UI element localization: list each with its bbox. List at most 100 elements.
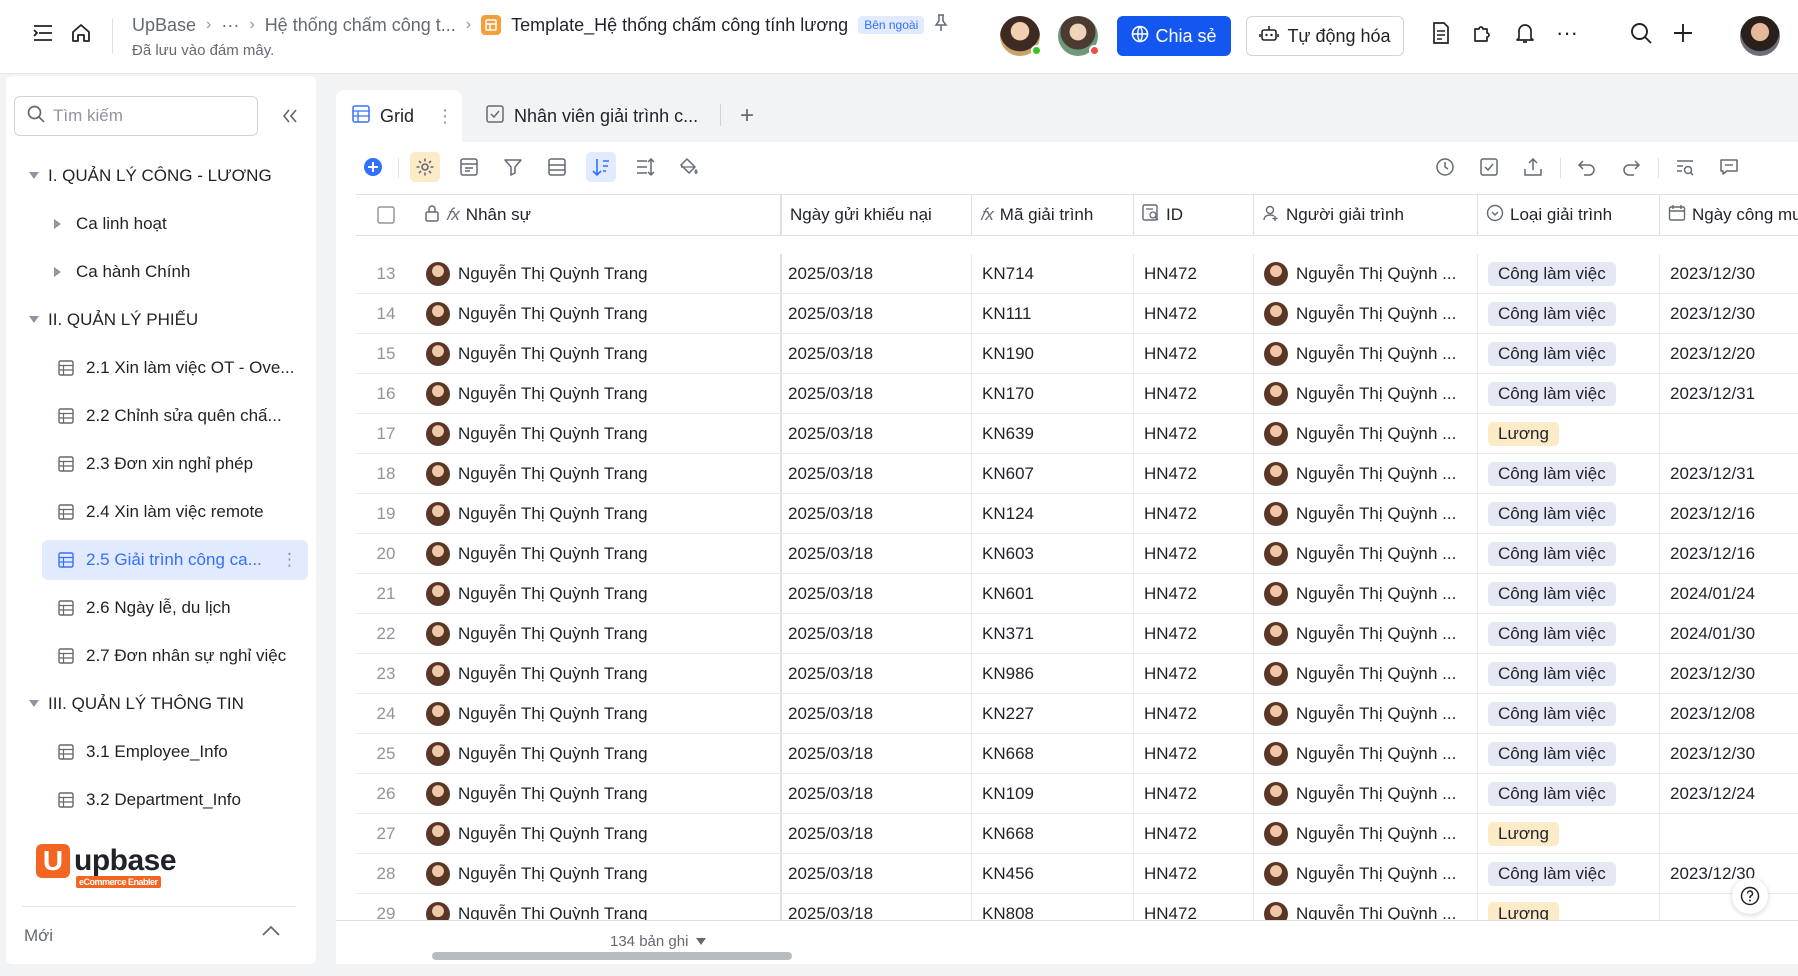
column-header-nhan-su[interactable]: 𝑓x Nhân sự bbox=[416, 195, 782, 235]
more-options-icon[interactable]: ··· bbox=[1554, 20, 1580, 46]
column-header-nguoi-giai-trinh[interactable]: Người giải trình bbox=[1254, 195, 1478, 235]
filter-icon[interactable] bbox=[498, 152, 528, 182]
cell-loai-giai-trinh[interactable]: Công làm việc bbox=[1478, 254, 1660, 293]
cell-ngay-cong[interactable]: 2023/12/30 bbox=[1660, 294, 1798, 333]
tab-grid[interactable]: Grid ⋮ bbox=[336, 90, 462, 142]
cell-nguoi-giai-trinh[interactable]: Nguyễn Thị Quỳnh ... bbox=[1254, 734, 1478, 773]
cell-ngay-cong[interactable] bbox=[1660, 814, 1798, 853]
cell-ngay-cong[interactable]: 2024/01/30 bbox=[1660, 614, 1798, 653]
cell-ma-giai-trinh[interactable]: KN607 bbox=[972, 454, 1134, 493]
cell-loai-giai-trinh[interactable]: Công làm việc bbox=[1478, 574, 1660, 613]
cell-nhan-su[interactable]: Nguyễn Thị Quỳnh Trang bbox=[416, 254, 782, 293]
collapse-sidebar-icon[interactable] bbox=[278, 104, 302, 128]
cell-ngay-gui[interactable]: 2025/03/18 bbox=[782, 574, 972, 613]
table-row[interactable]: 20 Nguyễn Thị Quỳnh Trang 2025/03/18 KN603 H… bbox=[356, 534, 1798, 574]
checklist-icon[interactable] bbox=[1474, 152, 1504, 182]
cell-ma-giai-trinh[interactable]: KN986 bbox=[972, 654, 1134, 693]
sidebar-search[interactable] bbox=[14, 96, 258, 136]
cell-ngay-cong[interactable]: 2023/12/30 bbox=[1660, 734, 1798, 773]
cell-nguoi-giai-trinh[interactable]: Nguyễn Thị Quỳnh ... bbox=[1254, 334, 1478, 373]
table-row[interactable]: 16 Nguyễn Thị Quỳnh Trang 2025/03/18 KN170 H… bbox=[356, 374, 1798, 414]
cell-ngay-gui[interactable]: 2025/03/18 bbox=[782, 494, 972, 533]
cell-loai-giai-trinh[interactable]: Công làm việc bbox=[1478, 494, 1660, 533]
table-row[interactable]: 23 Nguyễn Thị Quỳnh Trang 2025/03/18 KN986 H… bbox=[356, 654, 1798, 694]
cell-loai-giai-trinh[interactable]: Công làm việc bbox=[1478, 454, 1660, 493]
sidebar-item-ot[interactable]: 2.1 Xin làm việc OT - Ove... bbox=[20, 348, 308, 388]
redo-icon[interactable] bbox=[1616, 152, 1646, 182]
cell-ma-giai-trinh[interactable]: KN111 bbox=[972, 294, 1134, 333]
cell-ngay-cong[interactable]: 2023/12/24 bbox=[1660, 774, 1798, 813]
home-icon[interactable] bbox=[68, 20, 94, 46]
cell-ma-giai-trinh[interactable]: KN456 bbox=[972, 854, 1134, 893]
sidebar-section-phieu[interactable]: II. QUẢN LÝ PHIẾU bbox=[20, 300, 308, 340]
cell-nhan-su[interactable]: Nguyễn Thị Quỳnh Trang bbox=[416, 494, 782, 533]
cell-ngay-cong[interactable]: 2024/01/24 bbox=[1660, 574, 1798, 613]
table-row[interactable]: 25 Nguyễn Thị Quỳnh Trang 2025/03/18 KN668 H… bbox=[356, 734, 1798, 774]
cell-nguoi-giai-trinh[interactable]: Nguyễn Thị Quỳnh ... bbox=[1254, 454, 1478, 493]
more-vertical-icon[interactable]: ⋮ bbox=[281, 550, 298, 570]
cell-nguoi-giai-trinh[interactable]: Nguyễn Thị Quỳnh ... bbox=[1254, 494, 1478, 533]
table-row[interactable]: 28 Nguyễn Thị Quỳnh Trang 2025/03/18 KN456 H… bbox=[356, 854, 1798, 894]
help-icon[interactable] bbox=[1732, 878, 1768, 914]
cell-nguoi-giai-trinh[interactable]: Nguyễn Thị Quỳnh ... bbox=[1254, 694, 1478, 733]
cell-id[interactable]: HN472 bbox=[1134, 614, 1254, 653]
cell-ngay-gui[interactable]: 2025/03/18 bbox=[782, 254, 972, 293]
cell-nguoi-giai-trinh[interactable]: Nguyễn Thị Quỳnh ... bbox=[1254, 774, 1478, 813]
table-row[interactable]: 15 Nguyễn Thị Quỳnh Trang 2025/03/18 KN190 H… bbox=[356, 334, 1798, 374]
cell-ma-giai-trinh[interactable]: KN371 bbox=[972, 614, 1134, 653]
cell-nguoi-giai-trinh[interactable]: Nguyễn Thị Quỳnh ... bbox=[1254, 614, 1478, 653]
column-header-ma-giai-trinh[interactable]: 𝑓x Mã giải trình bbox=[972, 195, 1134, 235]
cell-ngay-gui[interactable]: 2025/03/18 bbox=[782, 294, 972, 333]
cell-id[interactable]: HN472 bbox=[1134, 774, 1254, 813]
cell-ma-giai-trinh[interactable]: KN190 bbox=[972, 334, 1134, 373]
automation-button[interactable]: Tự động hóa bbox=[1246, 16, 1404, 56]
cell-ngay-cong[interactable]: 2023/12/30 bbox=[1660, 854, 1798, 893]
sidebar-item-department-info[interactable]: 3.2 Department_Info bbox=[20, 780, 308, 820]
history-icon[interactable] bbox=[1430, 152, 1460, 182]
cell-id[interactable]: HN472 bbox=[1134, 654, 1254, 693]
cell-nhan-su[interactable]: Nguyễn Thị Quỳnh Trang bbox=[416, 734, 782, 773]
cell-ngay-gui[interactable]: 2025/03/18 bbox=[782, 814, 972, 853]
cell-loai-giai-trinh[interactable]: Công làm việc bbox=[1478, 534, 1660, 573]
cell-id[interactable]: HN472 bbox=[1134, 454, 1254, 493]
search-icon[interactable] bbox=[1628, 20, 1654, 46]
cell-ngay-gui[interactable]: 2025/03/18 bbox=[782, 614, 972, 653]
cell-ma-giai-trinh[interactable]: KN639 bbox=[972, 414, 1134, 453]
cell-id[interactable]: HN472 bbox=[1134, 734, 1254, 773]
settings-gear-icon[interactable] bbox=[410, 152, 440, 182]
cell-id[interactable]: HN472 bbox=[1134, 254, 1254, 293]
cell-nhan-su[interactable]: Nguyễn Thị Quỳnh Trang bbox=[416, 374, 782, 413]
document-icon[interactable] bbox=[1428, 20, 1454, 46]
undo-icon[interactable] bbox=[1572, 152, 1602, 182]
field-config-icon[interactable] bbox=[454, 152, 484, 182]
cell-id[interactable]: HN472 bbox=[1134, 534, 1254, 573]
cell-ngay-gui[interactable]: 2025/03/18 bbox=[782, 774, 972, 813]
sidebar-item-ngay-le[interactable]: 2.6 Ngày lễ, du lịch bbox=[20, 588, 308, 628]
column-header-ngay-gui[interactable]: Ngày gửi khiếu nại bbox=[782, 195, 972, 235]
cell-nhan-su[interactable]: Nguyễn Thị Quỳnh Trang bbox=[416, 854, 782, 893]
share-button[interactable]: Chia sẻ bbox=[1117, 16, 1231, 56]
cell-ngay-cong[interactable]: 2023/12/30 bbox=[1660, 654, 1798, 693]
cell-nhan-su[interactable]: Nguyễn Thị Quỳnh Trang bbox=[416, 774, 782, 813]
cell-loai-giai-trinh[interactable]: Lương bbox=[1478, 414, 1660, 453]
sidebar-item-nghi-phep[interactable]: 2.3 Đơn xin nghỉ phép bbox=[20, 444, 308, 484]
cell-ngay-cong[interactable]: 2023/12/31 bbox=[1660, 454, 1798, 493]
find-icon[interactable] bbox=[1670, 152, 1700, 182]
table-row[interactable]: 18 Nguyễn Thị Quỳnh Trang 2025/03/18 KN607 H… bbox=[356, 454, 1798, 494]
paint-bucket-icon[interactable] bbox=[674, 152, 704, 182]
add-view-icon[interactable]: + bbox=[740, 102, 754, 130]
cell-ngay-cong[interactable]: 2023/12/16 bbox=[1660, 494, 1798, 533]
cell-nhan-su[interactable]: Nguyễn Thị Quỳnh Trang bbox=[416, 574, 782, 613]
table-row[interactable]: 27 Nguyễn Thị Quỳnh Trang 2025/03/18 KN668 H… bbox=[356, 814, 1798, 854]
cell-ngay-gui[interactable]: 2025/03/18 bbox=[782, 734, 972, 773]
cell-loai-giai-trinh[interactable]: Công làm việc bbox=[1478, 374, 1660, 413]
cell-nhan-su[interactable]: Nguyễn Thị Quỳnh Trang bbox=[416, 614, 782, 653]
cell-loai-giai-trinh[interactable]: Công làm việc bbox=[1478, 734, 1660, 773]
cell-ma-giai-trinh[interactable]: KN124 bbox=[972, 494, 1134, 533]
cell-loai-giai-trinh[interactable]: Công làm việc bbox=[1478, 654, 1660, 693]
more-vertical-icon[interactable]: ⋮ bbox=[436, 106, 454, 127]
extension-icon[interactable] bbox=[1470, 20, 1496, 46]
bell-icon[interactable] bbox=[1512, 20, 1538, 46]
tab-nhan-vien-giai-trinh[interactable]: Nhân viên giải trình c... bbox=[470, 90, 714, 142]
cell-ma-giai-trinh[interactable]: KN601 bbox=[972, 574, 1134, 613]
